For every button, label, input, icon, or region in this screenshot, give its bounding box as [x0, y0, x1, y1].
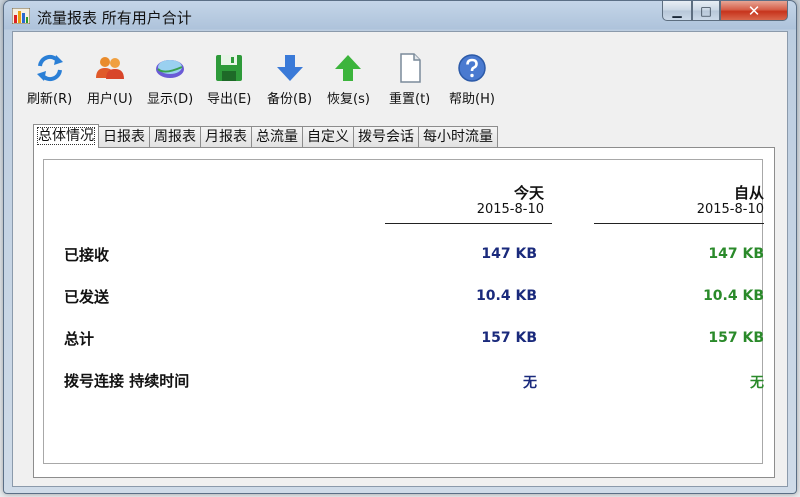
tab-dialup-sessions[interactable]: 拨号会话	[353, 126, 419, 148]
column-header-since: 自从	[733, 184, 764, 202]
arrow-down-icon	[276, 55, 303, 81]
value-received-since: 147 KB	[708, 246, 764, 262]
restore-button[interactable]: 恢复(s)	[327, 52, 370, 108]
tab-monthly[interactable]: 月报表	[200, 126, 252, 148]
blank-page-icon	[399, 53, 421, 83]
export-label: 导出(E)	[207, 92, 252, 107]
tab-daily[interactable]: 日报表	[98, 126, 150, 148]
tab-weekly[interactable]: 周报表	[149, 126, 201, 148]
report-tabs: 总体情况 日报表 周报表 月报表 总流量 自定义 拨号会话 每小时流量	[33, 124, 498, 148]
value-duration-today: 无	[523, 375, 537, 391]
refresh-icon	[36, 54, 63, 82]
value-sent-today: 10.4 KB	[476, 288, 537, 304]
save-disk-icon	[216, 55, 243, 81]
display-label: 显示(D)	[147, 92, 194, 107]
backup-label: 备份(B)	[267, 92, 313, 107]
restore-label: 恢复(s)	[327, 92, 370, 107]
divider-today	[385, 223, 552, 224]
row-label-dialup-duration: 拨号连接 持续时间	[64, 372, 190, 390]
window-title: 流量报表 所有用户合计	[37, 9, 192, 27]
tab-custom[interactable]: 自定义	[302, 126, 354, 148]
minimize-button[interactable]: ▁	[662, 1, 692, 21]
minimize-icon: ▁	[672, 3, 682, 18]
maximize-button[interactable]: □	[692, 1, 720, 21]
value-total-since: 157 KB	[708, 330, 764, 346]
row-label-total: 总计	[64, 330, 95, 348]
display-button[interactable]: 显示(D)	[147, 52, 193, 108]
value-duration-since: 无	[750, 375, 764, 391]
arrow-up-icon	[335, 55, 362, 81]
backup-button[interactable]: 备份(B)	[267, 52, 312, 108]
title-bar[interactable]: 流量报表 所有用户合计 ▁ □ ✕	[4, 1, 796, 31]
close-button[interactable]: ✕	[720, 1, 788, 21]
reset-button[interactable]: 重置(t)	[389, 52, 430, 108]
help-icon	[458, 54, 486, 82]
users-button[interactable]: 用户(U)	[87, 52, 133, 108]
value-received-today: 147 KB	[481, 246, 537, 262]
row-label-sent: 已发送	[64, 288, 110, 306]
help-button[interactable]: 帮助(H)	[449, 52, 495, 108]
tab-hourly-traffic[interactable]: 每小时流量	[418, 126, 498, 148]
window-client-area: 刷新(R) 用户(U) 显示(D) 导出(E) 备份(B) 恢复(s) 重置(t…	[12, 31, 788, 487]
maximize-icon: □	[700, 3, 712, 18]
traffic-report-window: 流量报表 所有用户合计 ▁ □ ✕ 刷新(R) 用户(U) 显示(D) 导出(E…	[3, 0, 797, 494]
overview-panel: 今天 2015-8-10 自从 2015-8-10 已接收 147 KB 147…	[33, 147, 775, 478]
display-icon	[156, 60, 185, 78]
bar-chart-app-icon	[12, 8, 30, 24]
value-total-today: 157 KB	[481, 330, 537, 346]
summary-table: 今天 2015-8-10 自从 2015-8-10 已接收 147 KB 147…	[43, 159, 764, 464]
refresh-label: 刷新(R)	[27, 92, 73, 107]
refresh-button[interactable]: 刷新(R)	[27, 52, 72, 108]
export-button[interactable]: 导出(E)	[207, 52, 251, 108]
column-date-today: 2015-8-10	[476, 202, 544, 217]
users-label: 用户(U)	[87, 92, 133, 107]
column-date-since: 2015-8-10	[696, 202, 764, 217]
reset-label: 重置(t)	[389, 92, 431, 107]
row-label-received: 已接收	[64, 246, 110, 264]
users-icon	[95, 57, 124, 79]
tab-overview[interactable]: 总体情况	[33, 124, 99, 148]
column-header-today: 今天	[513, 184, 544, 202]
value-sent-since: 10.4 KB	[703, 288, 764, 304]
help-label: 帮助(H)	[449, 92, 495, 107]
close-icon: ✕	[747, 1, 761, 20]
tab-total-traffic[interactable]: 总流量	[251, 126, 303, 148]
divider-since	[594, 223, 764, 224]
